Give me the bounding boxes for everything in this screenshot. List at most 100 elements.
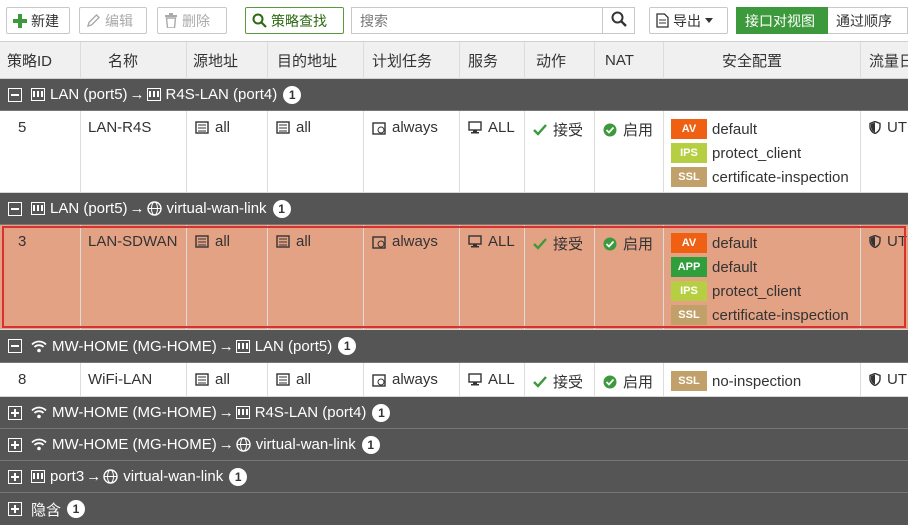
src-interface: LAN (port5) (50, 200, 128, 217)
sequence-view-button[interactable]: 通过顺序 (828, 7, 908, 34)
src-interface: MW-HOME (MG-HOME) (52, 436, 217, 453)
source-address: all (215, 233, 231, 250)
policy-lookup-label: 策略查找 (271, 12, 327, 29)
new-label: 新建 (31, 12, 59, 29)
policy-id: 8 (18, 371, 27, 388)
delete-button[interactable]: 删除 (157, 7, 227, 34)
view-toggle: 接口对视图 通过顺序 (736, 7, 908, 34)
interface-pair-view-button[interactable]: 接口对视图 (736, 7, 828, 34)
security-profile[interactable]: APP default (671, 257, 757, 277)
security-profile-value: certificate-inspection (712, 306, 849, 324)
action: 接受 (553, 122, 584, 139)
collapse-icon[interactable] (8, 87, 22, 102)
av-badge: AV (671, 119, 707, 139)
enabled-check-circle-icon (603, 237, 617, 251)
nat-status: 启用 (623, 236, 654, 253)
column-header[interactable]: 服务 (460, 42, 525, 79)
column-header[interactable]: 目的地址 (268, 42, 364, 79)
column-header[interactable]: 流量日 (861, 42, 908, 79)
enabled-check-circle-icon (603, 375, 617, 389)
table-row-selected[interactable]: 3 LAN-SDWAN all all always ALL 接受 启用 AV d… (0, 225, 908, 330)
security-profile[interactable]: AV default (671, 233, 757, 253)
expand-icon[interactable] (8, 405, 22, 420)
security-profile[interactable]: AV default (671, 119, 757, 139)
search-submit-button[interactable] (602, 8, 634, 33)
action: 接受 (553, 236, 584, 253)
group-row-collapsed[interactable]: 隐含 1 (0, 493, 908, 525)
collapse-icon[interactable] (8, 201, 22, 216)
column-header[interactable]: 名称 (81, 42, 187, 79)
table-row[interactable]: 5 LAN-R4S all all always ALL 接受 启用 AV def… (0, 111, 908, 193)
shield-icon (869, 373, 881, 386)
security-profile-value: default (712, 234, 758, 252)
security-profile[interactable]: IPS protect_client (671, 281, 801, 301)
arrow-right-icon: → (218, 404, 234, 421)
group-row[interactable]: LAN (port5) → virtual-wan-link 1 (0, 193, 908, 225)
arrow-right-icon: → (129, 86, 145, 103)
check-icon (533, 375, 547, 388)
search-input[interactable] (352, 8, 602, 33)
lan-interface-icon (146, 88, 161, 101)
check-icon (533, 123, 547, 136)
edit-button[interactable]: 编辑 (79, 7, 147, 34)
expand-icon[interactable] (8, 502, 22, 516)
column-header[interactable]: 计划任务 (364, 42, 460, 79)
toolbar: 新建 编辑 删除 策略查找 导出 接口对视 (0, 0, 908, 42)
sdwan-globe-icon (103, 469, 118, 484)
expand-icon[interactable] (8, 469, 22, 484)
group-row[interactable]: MW-HOME (MG-HOME) → LAN (port5) 1 (0, 330, 908, 363)
address-icon (276, 235, 290, 248)
new-button[interactable]: 新建 (6, 7, 70, 34)
arrow-right-icon: → (218, 337, 234, 355)
table-row[interactable]: 8 WiFi-LAN all all always ALL 接受 启用 SSL n… (0, 363, 908, 397)
ssl-badge: SSL (671, 371, 707, 391)
search-icon (252, 13, 267, 28)
policy-name: LAN-SDWAN (88, 233, 178, 250)
export-button[interactable]: 导出 (649, 7, 728, 34)
security-profile[interactable]: IPS protect_client (671, 143, 801, 163)
plus-icon (13, 13, 27, 28)
policy-name: LAN-R4S (88, 119, 152, 136)
arrow-right-icon: → (218, 436, 234, 453)
group-row[interactable]: LAN (port5) → R4S-LAN (port4) 1 (0, 79, 908, 111)
dst-interface: virtual-wan-link (255, 436, 356, 453)
security-profile[interactable]: SSL certificate-inspection (671, 305, 849, 325)
column-header[interactable]: 安全配置 (664, 42, 861, 79)
policy-lookup-button[interactable]: 策略查找 (245, 7, 344, 34)
source-address: all (215, 371, 231, 388)
nat-status: 启用 (623, 122, 654, 139)
group-row-collapsed[interactable]: port3 → virtual-wan-link 1 (0, 461, 908, 493)
count-badge: 1 (283, 85, 302, 104)
column-header[interactable]: 动作 (525, 42, 595, 79)
delete-label: 删除 (182, 12, 210, 29)
table-header: 策略ID 名称 源地址 目的地址 计划任务 服务 动作 NAT 安全配置 流量日 (0, 42, 908, 79)
edit-label: 编辑 (105, 12, 133, 29)
column-header[interactable]: 策略ID (0, 42, 81, 79)
shield-icon (869, 235, 881, 248)
wifi-icon (31, 340, 47, 353)
group-row-collapsed[interactable]: MW-HOME (MG-HOME) → R4S-LAN (port4) 1 (0, 397, 908, 429)
security-profile-value: default (712, 258, 758, 276)
src-interface: port3 (50, 468, 85, 485)
service-icon (468, 235, 482, 248)
search-box (351, 7, 635, 34)
dst-interface: virtual-wan-link (166, 200, 267, 217)
nat-status: 启用 (623, 374, 654, 391)
column-header[interactable]: 源地址 (187, 42, 268, 79)
group-row-collapsed[interactable]: MW-HOME (MG-HOME) → virtual-wan-link 1 (0, 429, 908, 461)
address-icon (195, 121, 209, 134)
security-profile[interactable]: SSL certificate-inspection (671, 167, 849, 187)
arrow-right-icon: → (86, 468, 102, 485)
column-header[interactable]: NAT (595, 42, 664, 79)
security-profile-value: protect_client (712, 144, 802, 162)
count-badge: 1 (338, 337, 357, 355)
log-value: UT (887, 119, 907, 136)
pencil-icon (86, 13, 101, 28)
destination-address: all (296, 371, 312, 388)
security-profile[interactable]: SSL no-inspection (671, 371, 801, 391)
count-badge: 1 (67, 500, 86, 518)
count-badge: 1 (229, 467, 248, 486)
expand-icon[interactable] (8, 437, 22, 452)
document-icon (656, 13, 669, 28)
collapse-icon[interactable] (8, 339, 22, 353)
